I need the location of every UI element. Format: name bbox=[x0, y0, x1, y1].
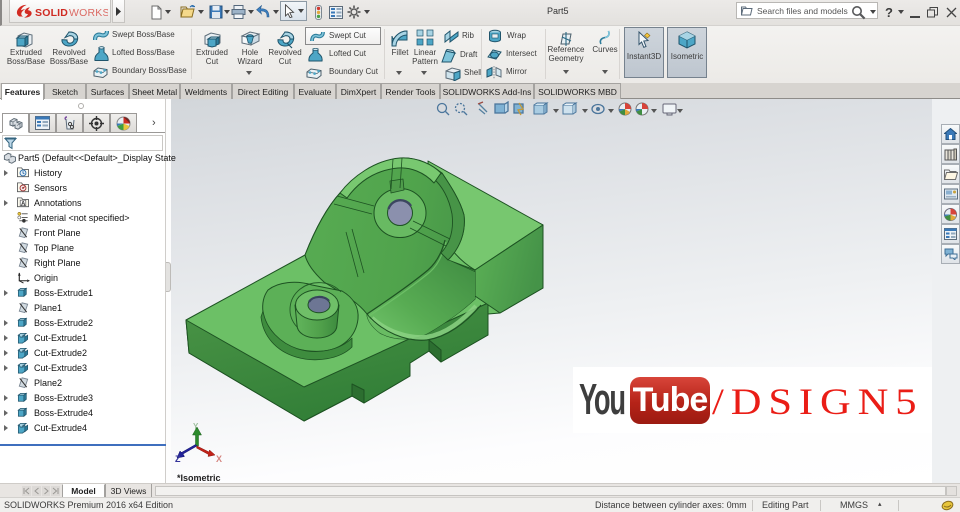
svg-text:X: X bbox=[216, 454, 222, 463]
svg-text:Z: Z bbox=[175, 454, 181, 463]
svg-text:SOLID: SOLID bbox=[35, 7, 68, 19]
svg-text:WORKS: WORKS bbox=[69, 7, 108, 19]
svg-text:A: A bbox=[21, 201, 26, 207]
